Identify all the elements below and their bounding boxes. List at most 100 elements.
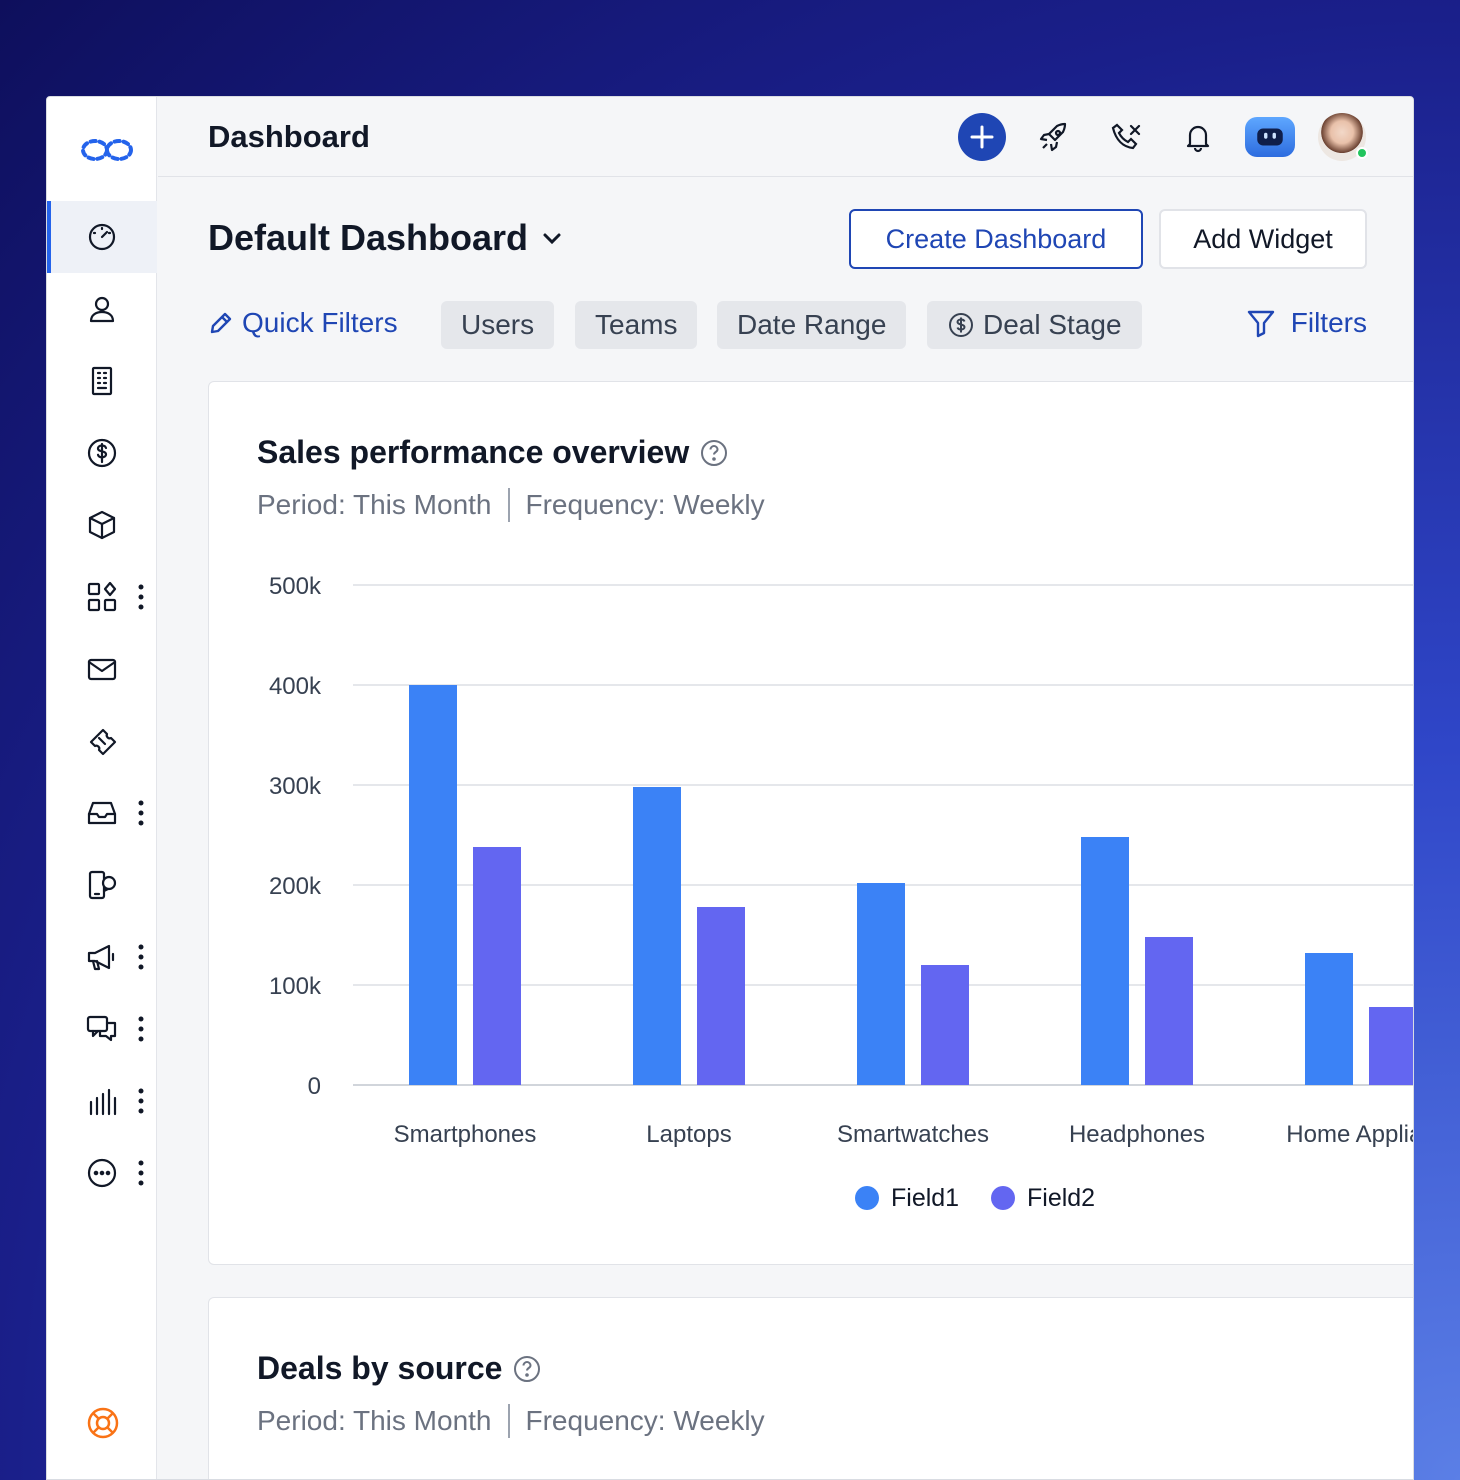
apps-icon [85,580,119,614]
deals-by-source-card: Deals by source Period: This Month Frequ… [208,1297,1413,1479]
legend-swatch [991,1186,1015,1210]
card-title-text: Deals by source [257,1350,503,1386]
more-circle-icon [85,1156,119,1190]
chip-deal-stage[interactable]: Deal Stage [927,301,1142,349]
card-title-text: Sales performance overview [257,434,690,470]
dashboard-selector[interactable]: Default Dashboard [208,217,564,259]
quick-filters-button[interactable]: Quick Filters [208,307,398,339]
sidebar-item-phone-chat[interactable] [47,849,157,921]
kebab-menu-icon[interactable] [135,582,147,612]
app-window: Dashboard Default Dashboard Create Dashb… [46,96,1414,1480]
app-logo-icon[interactable] [80,135,134,165]
filters-button[interactable]: Filters [1245,307,1367,339]
y-tick-label: 400k [269,673,322,700]
chip-users[interactable]: Users [441,301,555,349]
sidebar-item-bar-chart[interactable] [47,1065,157,1137]
building-icon [85,364,119,398]
sidebar-item-building[interactable] [47,345,157,417]
bar-field1 [857,883,905,1085]
sidebar [47,97,157,1479]
x-tick-label: Smartwatches [837,1121,989,1148]
phone-chat-icon [85,868,119,902]
funnel-icon [1247,310,1274,338]
kebab-menu-icon[interactable] [135,1014,147,1044]
sidebar-item-chat[interactable] [47,993,157,1065]
kebab-menu-icon[interactable] [135,1086,147,1116]
filters-label: Filters [1290,307,1367,338]
help-circle-icon[interactable] [512,1354,542,1384]
card-subtitle: Period: This Month Frequency: Weekly [257,488,765,522]
phone-off-icon [1111,123,1141,150]
ai-assistant-button[interactable] [1245,117,1295,157]
topbar: Dashboard [158,97,1413,177]
sidebar-item-megaphone[interactable] [47,921,157,993]
card-title: Sales performance overview [257,434,729,471]
legend-label: Field1 [891,1184,959,1212]
y-tick-label: 500k [269,573,322,600]
notifications-button[interactable] [1174,113,1222,161]
pencil-icon [210,312,232,334]
bar-field1 [633,787,681,1085]
bar-field2 [1369,1007,1413,1085]
legend-swatch [855,1186,879,1210]
megaphone-icon [85,940,119,974]
bar-field2 [1145,937,1193,1085]
chip-teams[interactable]: Teams [575,301,698,349]
sidebar-item-more-circle[interactable] [47,1137,157,1209]
card-subtitle: Period: This Month Frequency: Weekly [257,1404,765,1438]
frequency-label: Frequency: Weekly [525,489,765,520]
x-tick-label: Home Applian [1286,1121,1414,1148]
bar-chart-icon [85,1084,119,1118]
add-widget-button[interactable]: Add Widget [1159,209,1367,269]
page-title: Dashboard [208,119,370,154]
kebab-menu-icon[interactable] [135,798,147,828]
bar-field1 [409,685,457,1085]
sidebar-item-apps[interactable] [47,561,157,633]
cube-icon [85,508,119,542]
user-icon [85,292,119,326]
sidebar-item-dollar[interactable] [47,417,157,489]
chip-date-range[interactable]: Date Range [717,301,907,349]
lifebuoy-icon[interactable] [85,1405,121,1441]
sidebar-item-cube[interactable] [47,489,157,561]
divider [507,488,510,522]
dollar-icon [85,436,119,470]
y-tick-label: 100k [269,973,322,1000]
rocket-icon [1039,122,1067,152]
create-dashboard-button[interactable]: Create Dashboard [849,209,1143,269]
kebab-menu-icon[interactable] [135,942,147,972]
kebab-menu-icon[interactable] [135,1158,147,1188]
bot-icon [1257,128,1283,146]
y-tick-label: 0 [308,1073,321,1100]
sidebar-item-speedometer[interactable] [47,201,157,273]
rocket-button[interactable] [1030,113,1078,161]
speedometer-icon [85,220,119,254]
help-circle-icon[interactable] [699,438,729,468]
sidebar-item-ticket[interactable] [47,705,157,777]
ticket-icon [85,724,119,758]
dollar-circle-icon [949,313,973,337]
frequency-label: Frequency: Weekly [525,1405,765,1436]
call-missed-button[interactable] [1102,113,1150,161]
filters-row: Quick Filters Users Teams Date Range Dea… [208,301,1367,349]
avatar[interactable] [1318,113,1368,161]
bell-icon [1186,125,1210,153]
bar-field1 [1305,953,1353,1085]
chip-deal-stage-label: Deal Stage [983,309,1122,340]
bar-field1 [1081,837,1129,1085]
period-label: Period: This Month [257,1405,492,1436]
sidebar-item-user[interactable] [47,273,157,345]
x-tick-label: Headphones [1069,1121,1205,1148]
mail-icon [85,652,119,686]
y-tick-label: 300k [269,773,322,800]
legend-label: Field2 [1027,1184,1095,1212]
divider [507,1404,510,1438]
add-button[interactable] [958,113,1006,161]
inbox-icon [85,796,119,830]
chat-icon [85,1012,119,1046]
bar-field2 [697,907,745,1085]
x-tick-label: Smartphones [394,1121,537,1148]
sidebar-item-mail[interactable] [47,633,157,705]
chevron-down-icon [543,233,561,245]
sidebar-item-inbox[interactable] [47,777,157,849]
